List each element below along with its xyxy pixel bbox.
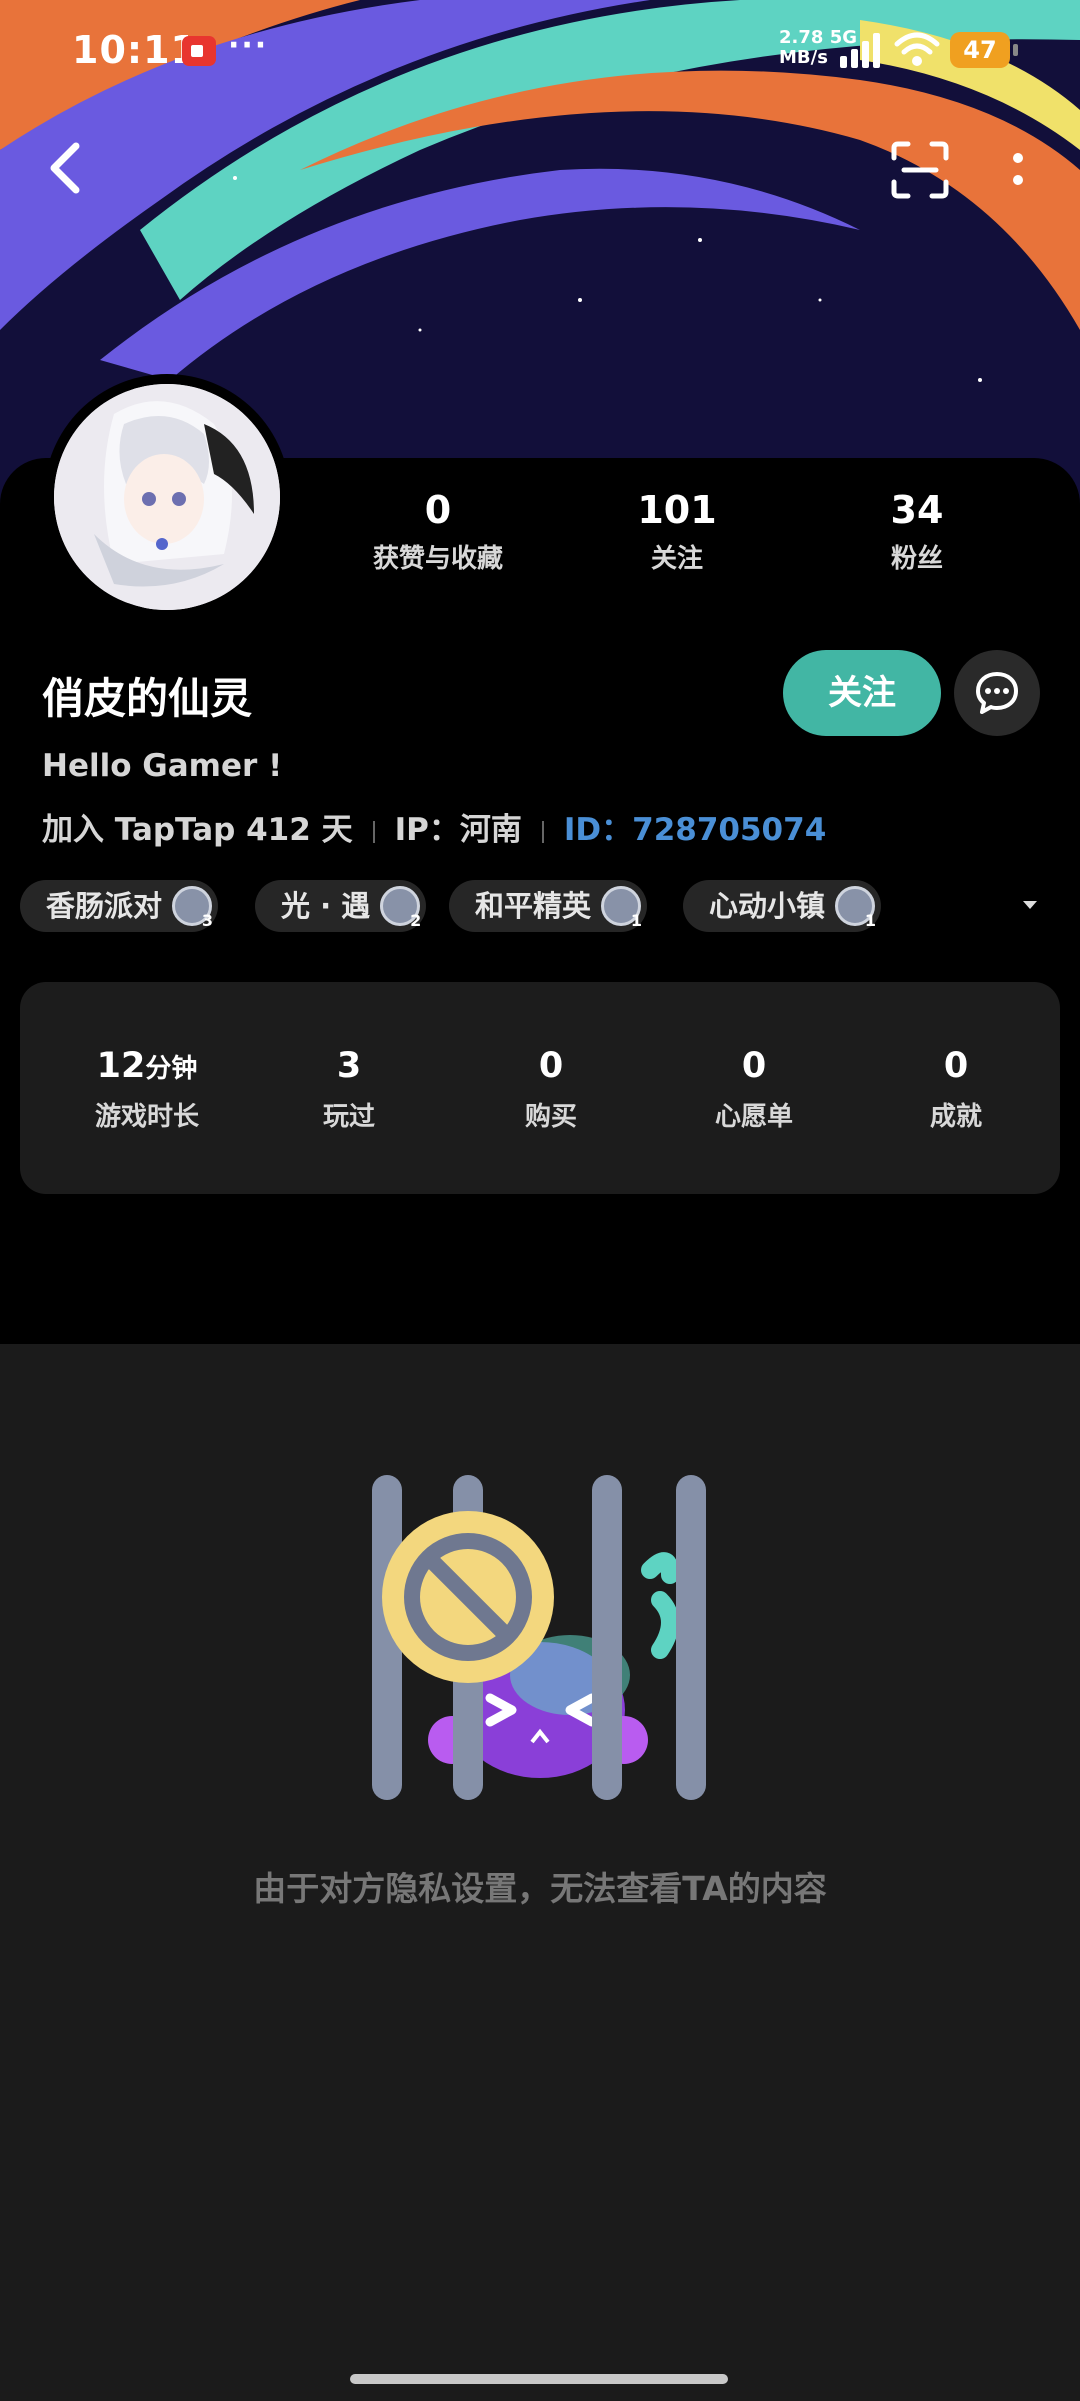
profile-meta: 加入 TapTap 412 天 IP：河南 ID：728705074 [42, 804, 826, 849]
stat-played-label: 玩过 [322, 1102, 375, 1132]
game-tag-label: 光 · 遇 [281, 889, 371, 923]
message-button[interactable] [954, 650, 1040, 736]
avatar-image [54, 384, 280, 610]
meta-divider [541, 820, 544, 843]
username: 俏皮的仙灵 [42, 674, 253, 723]
stat-playtime-label: 游戏时长 [94, 1102, 199, 1132]
stat-following-label: 关注 [650, 544, 703, 574]
screen-record-icon [182, 36, 216, 66]
join-days: 加入 TapTap 412 天 [42, 812, 353, 848]
game-tag[interactable]: 心动小镇 [683, 880, 882, 932]
ip-location: IP：河南 [394, 812, 522, 848]
level-badge-icon [380, 886, 421, 929]
avatar-illustration [54, 384, 280, 610]
stat-wishlist[interactable]: 0 心愿单 [654, 1046, 854, 1133]
net-speed-unit: MB/s [779, 47, 828, 68]
game-tag-label: 心动小镇 [709, 889, 826, 923]
expand-tags-icon[interactable] [1020, 898, 1040, 912]
stat-achievements-value: 0 [943, 1046, 969, 1086]
net-speed-value: 2.78 [779, 27, 824, 48]
game-tag-label: 香肠派对 [46, 889, 163, 923]
stat-likes-count: 0 [424, 488, 452, 532]
more-notifications-icon: ··· [228, 28, 269, 63]
game-tag[interactable]: 香肠派对 [20, 880, 219, 932]
stat-achievements-label: 成就 [929, 1102, 982, 1132]
battery-indicator: 47 [950, 32, 1018, 68]
stat-purchased[interactable]: 0 购买 [451, 1046, 651, 1133]
stat-following-count: 101 [637, 488, 717, 532]
stat-purchased-label: 购买 [524, 1102, 577, 1132]
bio: Hello Gamer ! [42, 748, 283, 784]
stat-wishlist-value: 0 [741, 1046, 767, 1086]
stat-wishlist-label: 心愿单 [714, 1102, 793, 1132]
status-time: 10:11 [72, 28, 198, 72]
stat-achievements[interactable]: 0 成就 [856, 1046, 1056, 1133]
stat-playtime[interactable]: 12分钟 游戏时长 [47, 1046, 247, 1133]
privacy-message: 由于对方隐私设置，无法查看TA的内容 [253, 1869, 827, 1908]
game-tag[interactable]: 和平精英 [449, 880, 648, 932]
avatar[interactable] [44, 374, 290, 620]
stat-followers[interactable]: 34 粉丝 [827, 488, 1007, 575]
game-tag-label: 和平精英 [475, 889, 592, 923]
stat-playtime-value: 12 [96, 1046, 146, 1086]
scan-button[interactable] [890, 140, 950, 200]
game-tags: 香肠派对 光 · 遇 和平精英 心动小镇 [20, 880, 1020, 932]
stat-likes-label: 获赞与收藏 [372, 544, 503, 574]
wifi-icon [894, 32, 940, 66]
home-indicator[interactable] [350, 2374, 728, 2384]
stat-purchased-value: 0 [538, 1046, 564, 1086]
user-id[interactable]: ID：728705074 [564, 812, 826, 848]
follow-button[interactable]: 关注 [783, 650, 941, 736]
chat-bubble-icon [976, 672, 1018, 714]
level-badge-icon [172, 886, 213, 929]
level-badge-icon [601, 886, 642, 929]
game-tag[interactable]: 光 · 遇 [255, 880, 427, 932]
more-menu-button[interactable] [1000, 140, 1036, 200]
stat-played-value: 3 [336, 1046, 362, 1086]
back-button[interactable] [40, 136, 90, 200]
game-stats-panel: 12分钟 游戏时长 3 玩过 0 购买 0 心愿单 0 成就 [20, 982, 1060, 1194]
level-badge-icon [835, 886, 876, 929]
stat-following[interactable]: 101 关注 [587, 488, 767, 575]
stat-followers-label: 粉丝 [890, 544, 943, 574]
signal-icon [840, 33, 880, 68]
privacy-blocked-illustration [372, 1475, 706, 1800]
status-bar: 10:11 ··· 2.78 5G MB/s 47 [0, 0, 1080, 100]
stat-likes[interactable]: 0 获赞与收藏 [348, 488, 528, 575]
meta-divider [372, 820, 375, 843]
stat-followers-count: 34 [890, 488, 944, 532]
stat-played[interactable]: 3 玩过 [249, 1046, 449, 1133]
stat-playtime-unit: 分钟 [145, 1054, 198, 1084]
